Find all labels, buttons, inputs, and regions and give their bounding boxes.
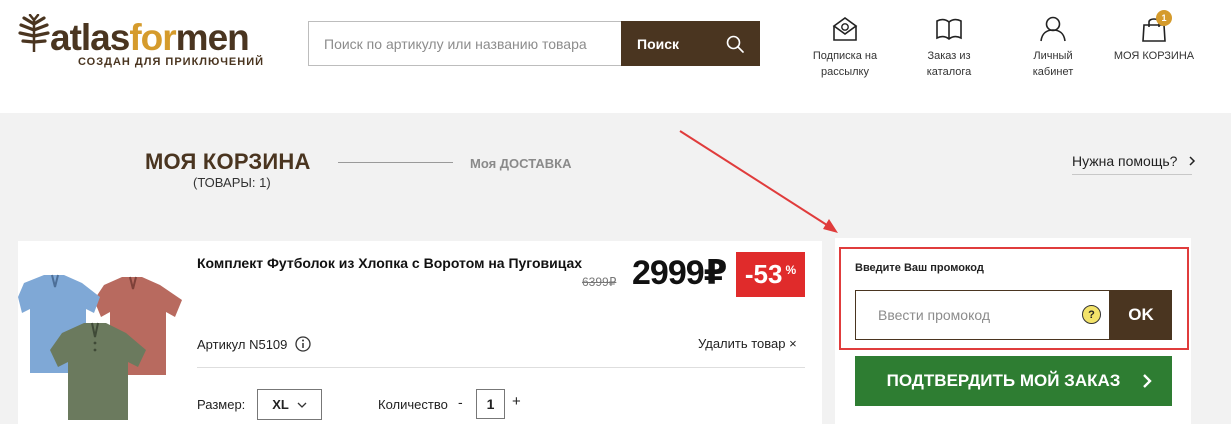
quantity-decrease-button[interactable]: - xyxy=(458,394,463,410)
leaf-logo-icon xyxy=(18,14,50,52)
cart-icon-wrap: 1 xyxy=(1140,10,1172,42)
search-icon xyxy=(726,35,744,53)
book-icon xyxy=(936,18,962,40)
nav-catalog-order[interactable]: Заказ из каталога xyxy=(918,16,980,80)
size-label: Размер: xyxy=(197,397,246,412)
quantity-label: Количество xyxy=(378,397,448,412)
nav-newsletter[interactable]: Подписка на рассылку xyxy=(808,16,882,80)
logo-wordmark: atlasformen xyxy=(50,17,250,58)
help-link[interactable]: Нужна помощь? xyxy=(1072,153,1196,175)
discount-value: -53 xyxy=(744,259,783,289)
search-button[interactable]: Поиск xyxy=(621,21,760,66)
size-select[interactable]: XL xyxy=(257,389,322,420)
search-button-label: Поиск xyxy=(637,35,680,52)
chevron-down-icon xyxy=(297,402,307,408)
nav-account-label: Личный кабинет xyxy=(1032,50,1074,78)
cart-item-count: (ТОВАРЫ: 1) xyxy=(193,175,271,190)
page-title: МОЯ КОРЗИНА xyxy=(145,149,311,174)
discount-percent: % xyxy=(785,262,797,277)
info-icon[interactable] xyxy=(295,336,312,352)
nav-cart-label: МОЯ КОРЗИНА xyxy=(1113,50,1195,62)
step-delivery: Моя ДОСТАВКА xyxy=(470,156,572,171)
step-divider xyxy=(338,162,453,163)
discount-badge: -53 % xyxy=(736,252,805,297)
envelope-icon xyxy=(832,17,858,41)
product-image[interactable] xyxy=(18,255,188,420)
product-title[interactable]: Комплект Футболок из Хлопка с Воротом на… xyxy=(197,255,587,271)
current-price: 2999₽ xyxy=(632,254,727,292)
article-label: Артикул N5109 xyxy=(197,336,288,352)
help-link-label: Нужна помощь? xyxy=(1072,153,1178,169)
chevron-right-icon xyxy=(1189,156,1196,166)
article-number: Артикул N5109 xyxy=(197,336,312,352)
nav-catalog-order-label: Заказ из каталога xyxy=(926,50,972,78)
search-bar: Поиск xyxy=(308,21,760,66)
chevron-right-icon xyxy=(1143,374,1153,388)
logo-tagline: СОЗДАН ДЛЯ ПРИКЛЮЧЕНИЙ xyxy=(78,56,265,68)
apply-promo-button[interactable]: OK xyxy=(1110,290,1172,340)
atlasformen-logo[interactable]: atlasformen СОЗДАН ДЛЯ ПРИКЛЮЧЕНИЙ xyxy=(16,14,268,74)
quantity-field[interactable]: 1 xyxy=(476,389,505,419)
card-divider xyxy=(197,367,805,368)
site-header: atlasformen СОЗДАН ДЛЯ ПРИКЛЮЧЕНИЙ Поиск… xyxy=(0,0,1231,113)
promo-code-input[interactable] xyxy=(855,290,1110,340)
nav-cart[interactable]: 1 МОЯ КОРЗИНА xyxy=(1108,10,1200,64)
size-value: XL xyxy=(272,397,289,412)
promo-label: Введите Ваш промокод xyxy=(855,262,984,274)
confirm-order-label: ПОДТВЕРДИТЬ МОЙ ЗАКАЗ xyxy=(886,371,1121,390)
remove-item-link[interactable]: Удалить товар × xyxy=(698,336,797,351)
cart-count-badge: 1 xyxy=(1156,10,1172,26)
cart-item-card: Комплект Футболок из Хлопка с Воротом на… xyxy=(18,241,822,424)
user-icon xyxy=(1040,16,1066,42)
order-summary-panel: Введите Ваш промокод ? OK ПОДТВЕРДИТЬ МО… xyxy=(835,238,1191,424)
confirm-order-button[interactable]: ПОДТВЕРДИТЬ МОЙ ЗАКАЗ xyxy=(855,356,1172,406)
search-input[interactable] xyxy=(308,21,621,66)
question-icon[interactable]: ? xyxy=(1082,305,1101,324)
old-price: 6399₽ xyxy=(582,275,617,289)
nav-newsletter-label: Подписка на рассылку xyxy=(812,50,878,78)
nav-account[interactable]: Личный кабинет xyxy=(1023,16,1083,80)
quantity-increase-button[interactable]: + xyxy=(512,393,521,410)
